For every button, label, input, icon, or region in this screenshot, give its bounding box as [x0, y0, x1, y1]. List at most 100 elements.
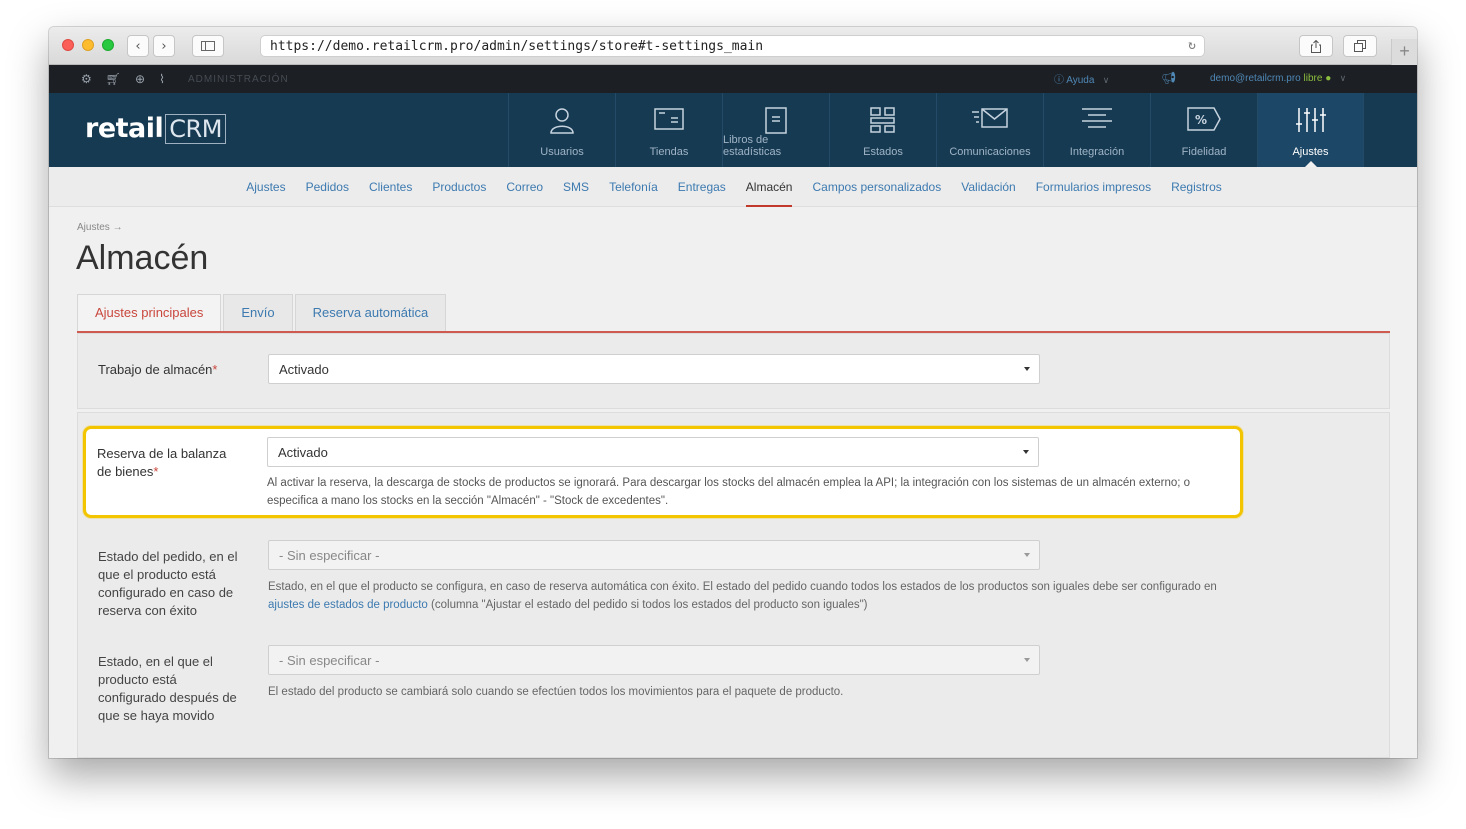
- user-email: demo@retailcrm.pro: [1210, 73, 1301, 84]
- page-content: Ajustes → Almacén Ajustes principales En…: [49, 207, 1417, 758]
- required-mark: *: [153, 464, 159, 479]
- close-window-button[interactable]: [62, 39, 74, 51]
- settings-subnav: Ajustes Pedidos Clientes Productos Corre…: [49, 167, 1417, 207]
- retailcrm-logo[interactable]: retail CRM: [85, 113, 226, 144]
- subnav-clientes[interactable]: Clientes: [359, 167, 422, 207]
- select-value: - Sin especificar -: [279, 548, 380, 563]
- order-status-label: Estado del pedido, en el que el producto…: [98, 548, 238, 620]
- moved-status-select[interactable]: - Sin especificar -: [268, 645, 1040, 675]
- subnav-campos-personalizados[interactable]: Campos personalizados: [802, 167, 951, 207]
- tabs-icon: [1354, 40, 1366, 52]
- browser-toolbar: ‹ › https://demo.retailcrm.pro/admin/set…: [49, 27, 1417, 65]
- nav-item-estados[interactable]: Estados: [829, 93, 936, 167]
- megaphone-icon[interactable]: 📢︎: [1161, 71, 1176, 85]
- sidebar-icon: [201, 41, 215, 51]
- subnav-formularios-impresos[interactable]: Formularios impresos: [1026, 167, 1161, 207]
- subnav-pedidos[interactable]: Pedidos: [296, 167, 359, 207]
- nav-item-ajustes[interactable]: Ajustes: [1257, 93, 1364, 167]
- question-icon: ⓘ: [1054, 75, 1064, 86]
- subnav-registros[interactable]: Registros: [1161, 167, 1232, 207]
- online-dot-icon: ●: [1325, 73, 1332, 84]
- nav-label: Integración: [1069, 146, 1125, 158]
- store-icon: [654, 108, 684, 130]
- stock-reserve-select[interactable]: Activado: [267, 437, 1039, 467]
- new-tab-button[interactable]: +: [1391, 39, 1417, 65]
- share-button[interactable]: [1299, 35, 1333, 57]
- tabs-button[interactable]: [1343, 35, 1377, 57]
- nav-item-usuarios[interactable]: Usuarios: [508, 93, 615, 167]
- subnav-almacen[interactable]: Almacén: [736, 167, 803, 207]
- chevron-down-icon: ∨: [1102, 75, 1110, 85]
- analytics-icon[interactable]: ⌇: [159, 72, 165, 86]
- user-icon: [550, 108, 574, 134]
- user-menu[interactable]: demo@retailcrm.pro libre ● ∨: [1210, 73, 1346, 84]
- select-value: Activado: [278, 445, 328, 460]
- select-value: Activado: [279, 362, 329, 377]
- subnav-telefonia[interactable]: Telefonía: [599, 167, 668, 207]
- percent-tag-icon: %: [1187, 107, 1221, 131]
- order-status-select[interactable]: - Sin especificar -: [268, 540, 1040, 570]
- nav-item-fidelidad[interactable]: % Fidelidad: [1150, 93, 1257, 167]
- hint-text: Al activar la reserva, la descarga de st…: [267, 477, 1191, 489]
- help-label: Ayuda: [1066, 75, 1095, 86]
- caret-down-icon: [1023, 450, 1029, 454]
- subnav-productos[interactable]: Productos: [422, 167, 496, 207]
- nav-item-integracion[interactable]: Integración: [1043, 93, 1150, 167]
- subnav-sms[interactable]: SMS: [553, 167, 599, 207]
- label-line: Estado del pedido, en el: [98, 549, 238, 564]
- product-status-settings-link[interactable]: ajustes de estados de producto: [268, 599, 428, 611]
- url-bar[interactable]: https://demo.retailcrm.pro/admin/setting…: [260, 35, 1205, 57]
- browser-window: ‹ › https://demo.retailcrm.pro/admin/set…: [49, 27, 1417, 758]
- label-line: Estado, en el que el: [98, 654, 213, 669]
- nav-item-libros[interactable]: Libros de estadísticas: [722, 93, 829, 167]
- grid-icon: [870, 107, 895, 133]
- tab-ajustes-principales[interactable]: Ajustes principales: [77, 294, 222, 332]
- url-text: https://demo.retailcrm.pro/admin/setting…: [270, 39, 764, 54]
- warehouse-work-select[interactable]: Activado: [268, 354, 1040, 384]
- order-status-hint: Estado, en el que el producto se configu…: [268, 578, 1217, 614]
- label-line: producto está: [98, 672, 177, 687]
- hint-text: especifica a mano los stocks en la secci…: [267, 495, 669, 507]
- subnav-validacion[interactable]: Validación: [951, 167, 1025, 207]
- minimize-window-button[interactable]: [82, 39, 94, 51]
- nav-label: Usuarios: [540, 146, 584, 158]
- label-line: que se haya movido: [98, 708, 215, 723]
- nav-item-tiendas[interactable]: Tiendas: [615, 93, 722, 167]
- subnav-correo[interactable]: Correo: [496, 167, 553, 207]
- forward-button[interactable]: ›: [153, 35, 175, 57]
- hint-text: Estado, en el que el producto se configu…: [268, 581, 1217, 593]
- label-line: que el producto está: [98, 567, 216, 582]
- gear-icon[interactable]: ⚙: [81, 72, 92, 86]
- document-icon: [765, 107, 787, 134]
- nav-item-comunicaciones[interactable]: Comunicaciones: [936, 93, 1043, 167]
- hint-text: (columna "Ajustar el estado del pedido s…: [427, 599, 868, 611]
- zoom-window-button[interactable]: [102, 39, 114, 51]
- page-title: Almacén: [76, 239, 209, 277]
- lines-icon: [1082, 108, 1112, 128]
- tab-reserva-automatica[interactable]: Reserva automática: [294, 294, 447, 332]
- sidebar-toggle-button[interactable]: [192, 35, 224, 57]
- nav-label: Comunicaciones: [949, 146, 1031, 158]
- back-button[interactable]: ‹: [127, 35, 149, 57]
- logo-crm: CRM: [165, 114, 226, 144]
- user-status: libre: [1303, 73, 1323, 84]
- reload-icon[interactable]: ↻: [1188, 38, 1196, 53]
- nav-label: Fidelidad: [1181, 146, 1227, 158]
- subnav-entregas[interactable]: Entregas: [668, 167, 736, 207]
- settings-tabs: Ajustes principales Envío Reserva automá…: [77, 294, 448, 332]
- support-icon[interactable]: ⊕: [135, 72, 145, 86]
- stock-reserve-hint: Al activar la reserva, la descarga de st…: [267, 474, 1190, 510]
- chevron-down-icon: ∨: [1339, 73, 1347, 83]
- breadcrumb[interactable]: Ajustes →: [77, 222, 123, 233]
- main-nav: Usuarios Tiendas Libros de estadísticas …: [508, 93, 1364, 167]
- label-line: configurado en caso de: [98, 585, 234, 600]
- subnav-ajustes[interactable]: Ajustes: [236, 167, 295, 207]
- nav-label: Ajustes: [1292, 146, 1329, 158]
- tab-envio[interactable]: Envío: [223, 294, 293, 332]
- caret-down-icon: [1024, 553, 1030, 557]
- share-icon: [1311, 39, 1321, 53]
- cart-icon[interactable]: 🛒︎: [106, 72, 121, 86]
- required-mark: *: [212, 362, 218, 377]
- moved-status-label: Estado, en el que el producto está confi…: [98, 653, 237, 725]
- help-link[interactable]: ⓘ Ayuda ∨: [1054, 71, 1109, 86]
